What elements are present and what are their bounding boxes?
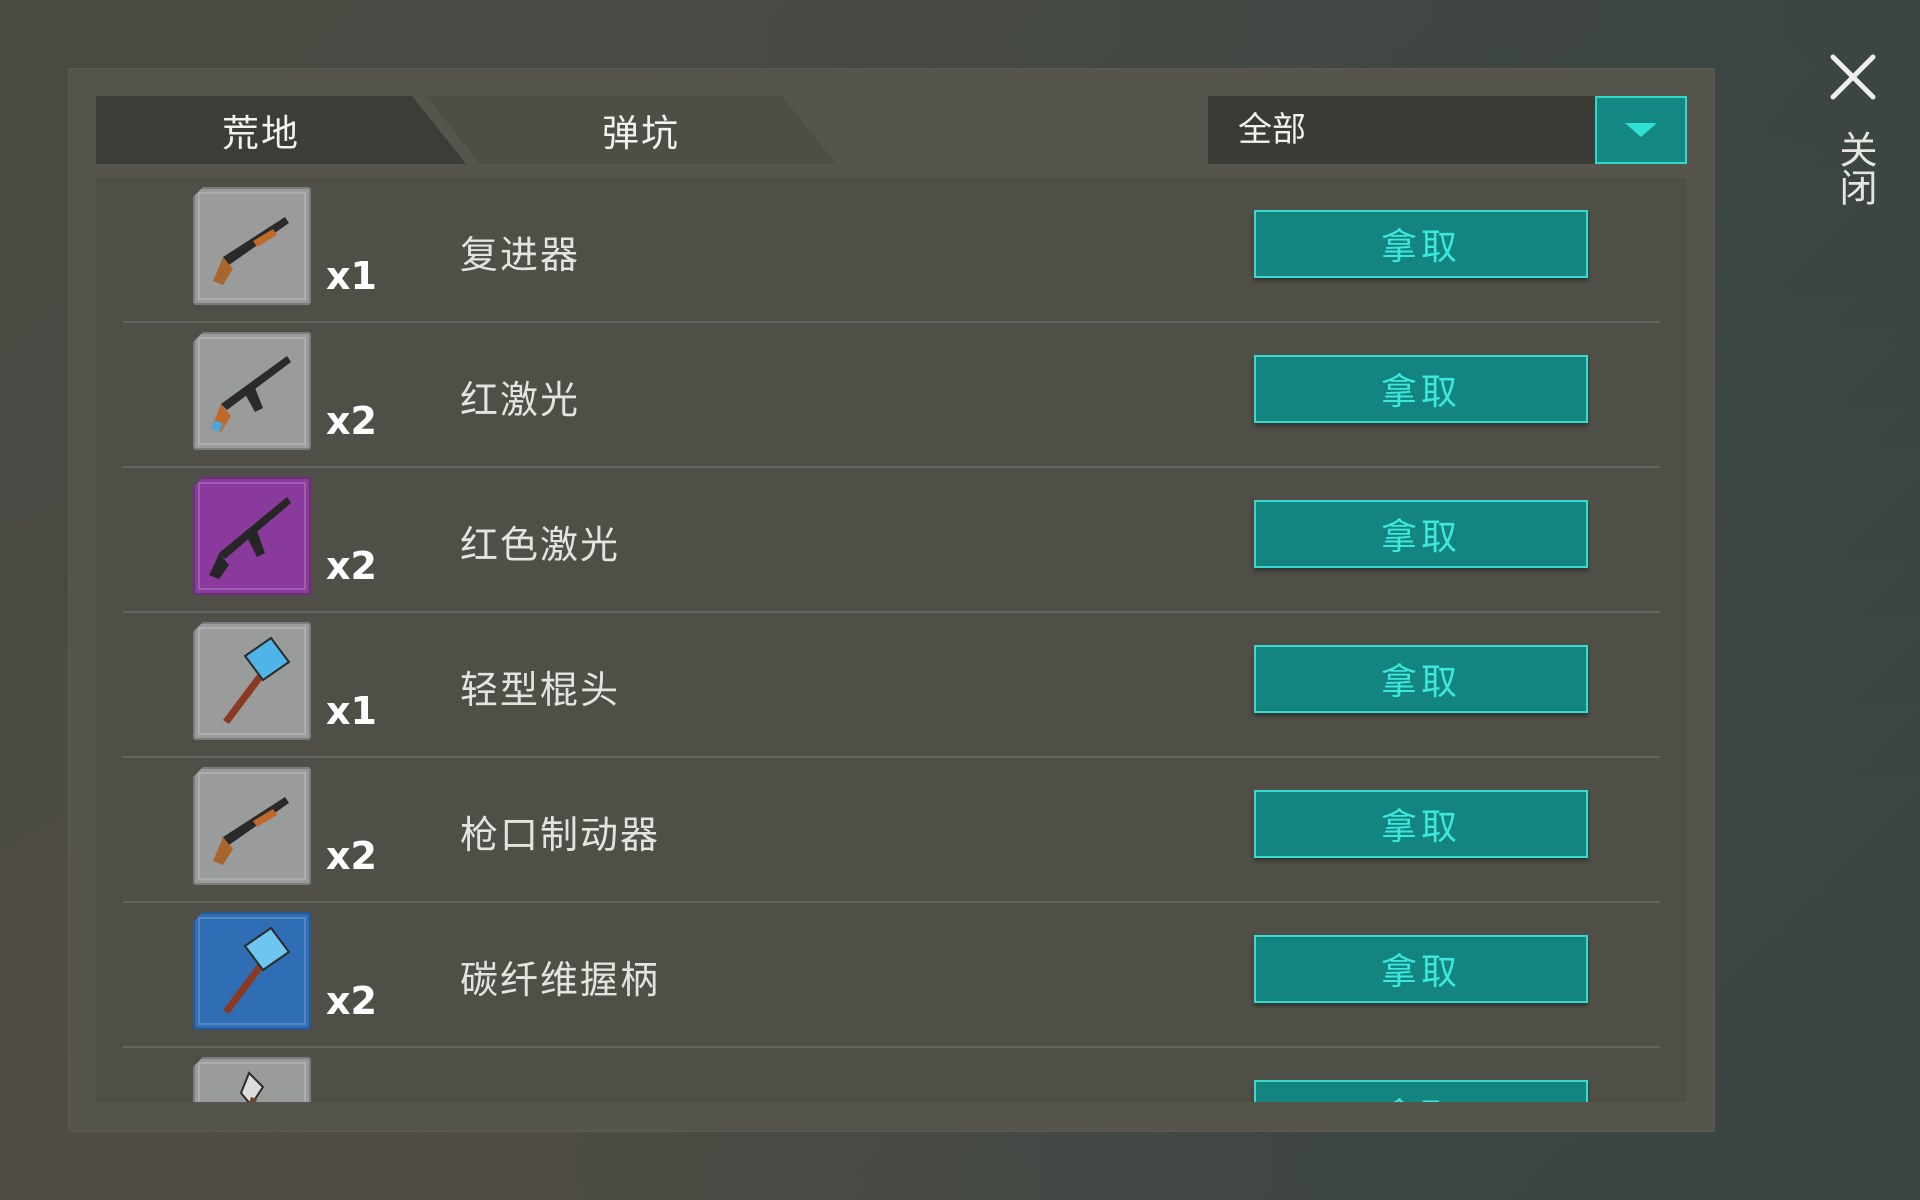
list-item: x2 枪口制动器 拿取 <box>96 758 1687 903</box>
location-tabs: 荒地 弹坑 <box>96 96 836 164</box>
tab-crater[interactable]: 弹坑 <box>426 96 836 164</box>
take-button[interactable]: 拿取 <box>1254 935 1588 1003</box>
take-button[interactable]: 拿取 <box>1254 645 1588 713</box>
item-name: 轻型棍头 <box>460 668 621 712</box>
item-quantity: x2 <box>326 979 377 1023</box>
close-label[interactable]: 关闭 <box>1830 130 1877 206</box>
take-button[interactable]: 拿取 <box>1254 1080 1588 1102</box>
shotgun-icon <box>193 767 311 885</box>
take-button[interactable]: 拿取 <box>1254 355 1588 423</box>
axe-icon <box>193 1057 311 1102</box>
item-name: 红激光 <box>460 378 581 422</box>
take-button[interactable]: 拿取 <box>1254 500 1588 568</box>
item-quantity: x2 <box>326 399 377 443</box>
item-name: 红色激光 <box>460 523 621 567</box>
list-item: x2 红激光 拿取 <box>96 323 1687 468</box>
item-quantity: x1 <box>326 689 377 733</box>
shotgun-icon <box>193 187 311 305</box>
take-button[interactable]: 拿取 <box>1254 210 1588 278</box>
filter-dropdown[interactable]: 全部 <box>1208 96 1687 164</box>
list-item: 拿取 <box>96 1048 1687 1102</box>
hammer-icon <box>193 912 311 1030</box>
item-name: 枪口制动器 <box>460 813 661 857</box>
close-icon[interactable] <box>1828 52 1878 102</box>
item-quantity: x2 <box>326 544 377 588</box>
item-name: 复进器 <box>460 233 581 277</box>
list-item: x1 复进器 拿取 <box>96 178 1687 323</box>
dropdown-toggle-button[interactable] <box>1595 96 1687 164</box>
list-item: x1 轻型棍头 拿取 <box>96 613 1687 758</box>
rifle-icon <box>193 477 311 595</box>
assault-rifle-icon <box>193 332 311 450</box>
tab-wasteland[interactable]: 荒地 <box>96 96 466 164</box>
item-quantity: x1 <box>326 254 377 298</box>
list-item: x2 红色激光 拿取 <box>96 468 1687 613</box>
filter-selected-value: 全部 <box>1238 110 1306 150</box>
take-button[interactable]: 拿取 <box>1254 790 1588 858</box>
tab-label: 荒地 <box>222 112 300 155</box>
loot-list[interactable]: x1 复进器 拿取 x2 红激光 拿取 x2 红色激光 拿取 x1 轻型棍头 拿… <box>96 178 1687 1102</box>
list-item: x2 碳纤维握柄 拿取 <box>96 903 1687 1048</box>
item-quantity: x2 <box>326 834 377 878</box>
hammer-icon <box>193 622 311 740</box>
item-name: 碳纤维握柄 <box>460 958 661 1002</box>
tab-label: 弹坑 <box>602 112 680 155</box>
chevron-down-icon <box>1625 123 1657 137</box>
